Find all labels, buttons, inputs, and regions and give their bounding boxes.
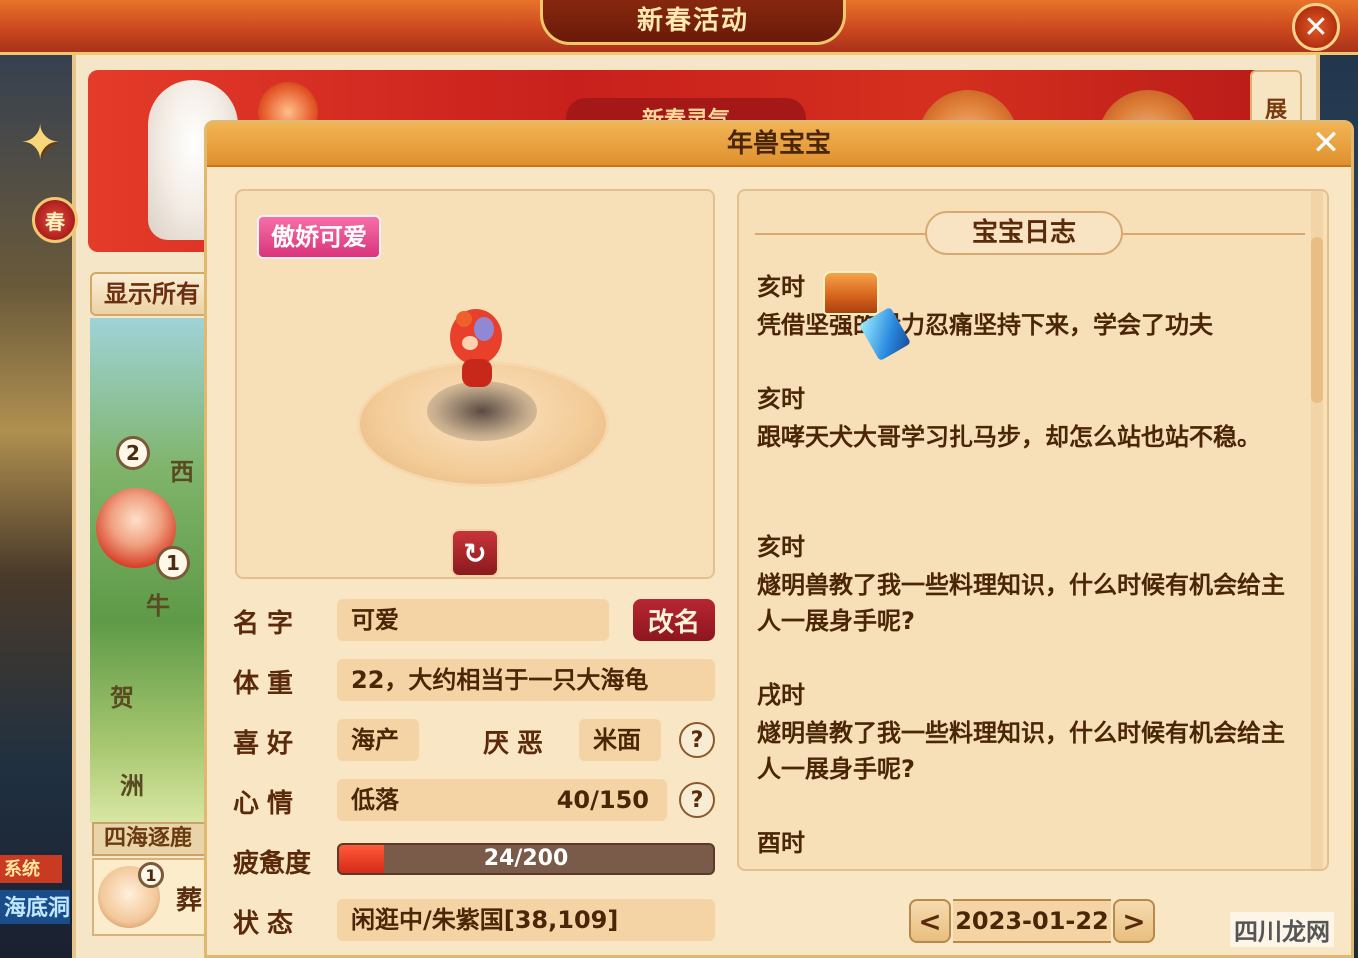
map-pin[interactable]: 2 [116, 436, 150, 470]
map-region-text: 贺 [110, 684, 134, 712]
entry-time: 酉时 [757, 829, 805, 857]
mood-field: 低落 40/150 [337, 779, 667, 821]
event-window-header: 新春活动 ✕ [0, 0, 1358, 55]
pet-sprite [450, 309, 502, 387]
rename-button[interactable]: 改名 [633, 599, 715, 641]
mood-value: 低落 [351, 786, 399, 814]
spring-badge[interactable]: 春 [32, 197, 78, 243]
entry-time: 亥时 [757, 385, 805, 413]
entry-text: 燧明兽教了我一些料理知识，什么时候有机会给主人一展身手呢? [757, 571, 1285, 635]
fatigue-bar: 24/200 [337, 843, 715, 875]
mood-count: 40/150 [556, 786, 649, 814]
date-display: 2023-01-22 [953, 899, 1111, 943]
watermark: 四川龙网 [1230, 912, 1334, 947]
close-icon[interactable]: ✕ [1309, 126, 1343, 161]
event-close-icon[interactable]: ✕ [1292, 3, 1340, 51]
entry-text: 燧明兽教了我一些料理知识，什么时候有机会给主人一展身手呢? [757, 719, 1285, 783]
pet-dialog: 年兽宝宝 ✕ 傲娇可爱 ↻ 名字 可爱 改名 体重 22，大约相当于一只大海龟 … [204, 120, 1354, 958]
fatigue-label: 疲惫度 [233, 849, 312, 879]
likes-help-button[interactable]: ? [679, 722, 715, 758]
region-card-text: 葬 [176, 886, 203, 916]
trait-badge: 傲娇可爱 [257, 215, 381, 259]
mood-help-button[interactable]: ? [679, 782, 715, 818]
rotate-button[interactable]: ↻ [451, 529, 499, 577]
dislike-label: 厌恶 [483, 729, 552, 759]
left-location-badge[interactable]: 海底洞 [0, 890, 70, 924]
name-field: 可爱 [337, 599, 609, 641]
pet-journal[interactable]: 宝宝日志 亥时 凭借坚强的毅力忍痛坚持下来，学会了功夫 亥时 跟哮天犬大哥学习扎… [737, 189, 1329, 871]
dialog-title: 年兽宝宝 [726, 129, 831, 159]
status-label: 状态 [233, 909, 302, 939]
map-region-text: 牛 [146, 592, 170, 620]
journal-entry: 戌时 燧明兽教了我一些料理知识，什么时候有机会给主人一展身手呢? [757, 675, 1297, 787]
event-window-title: 新春活动 [540, 0, 846, 45]
map-pin: 1 [138, 862, 164, 888]
journal-title: 宝宝日志 [925, 211, 1123, 255]
journal-entry: 亥时 燧明兽教了我一些料理知识，什么时候有机会给主人一展身手呢? [757, 527, 1297, 639]
likes-field: 海产 [337, 719, 419, 761]
entry-text: 跟哮天犬大哥学习扎马步，却怎么站也站不稳。 [757, 423, 1261, 451]
journal-scrollbar[interactable] [1311, 191, 1323, 869]
treasure-chest-icon[interactable] [823, 271, 879, 315]
journal-entry: 酉时 [757, 823, 1297, 863]
region-card[interactable]: 1 葬 [92, 858, 212, 936]
next-day-button[interactable]: > [1113, 899, 1155, 943]
journal-entry: 亥时 跟哮天犬大哥学习扎马步，却怎么站也站不稳。 [757, 379, 1297, 455]
region-label[interactable]: 四海逐鹿 [92, 822, 212, 856]
entry-time: 亥时 [757, 533, 805, 561]
likes-label: 喜好 [233, 729, 302, 759]
map-pin[interactable]: 1 [156, 546, 190, 580]
name-label: 名字 [233, 609, 302, 639]
world-map[interactable]: 2 1 西 牛 贺 洲 [90, 318, 212, 823]
scroll-thumb[interactable] [1311, 237, 1323, 403]
pet-preview: 傲娇可爱 ↻ [235, 189, 715, 579]
fatigue-text: 24/200 [483, 846, 569, 871]
entry-time: 戌时 [757, 681, 805, 709]
map-region-text: 西 [170, 458, 194, 486]
dislike-field: 米面 [579, 719, 661, 761]
prev-day-button[interactable]: < [909, 899, 951, 943]
weight-field: 22，大约相当于一只大海龟 [337, 659, 715, 701]
journal-entry: 亥时 凭借坚强的毅力忍痛坚持下来，学会了功夫 [757, 267, 1297, 362]
map-region-text: 洲 [120, 772, 144, 800]
status-field: 闲逛中/朱紫国[38,109] [337, 899, 715, 941]
left-system-badge[interactable]: 系统 [0, 855, 62, 883]
mood-label: 心情 [233, 789, 302, 819]
background-glyph: ✦ [20, 115, 61, 171]
show-all-button[interactable]: 显示所有 [90, 272, 214, 316]
weight-label: 体重 [233, 669, 302, 699]
